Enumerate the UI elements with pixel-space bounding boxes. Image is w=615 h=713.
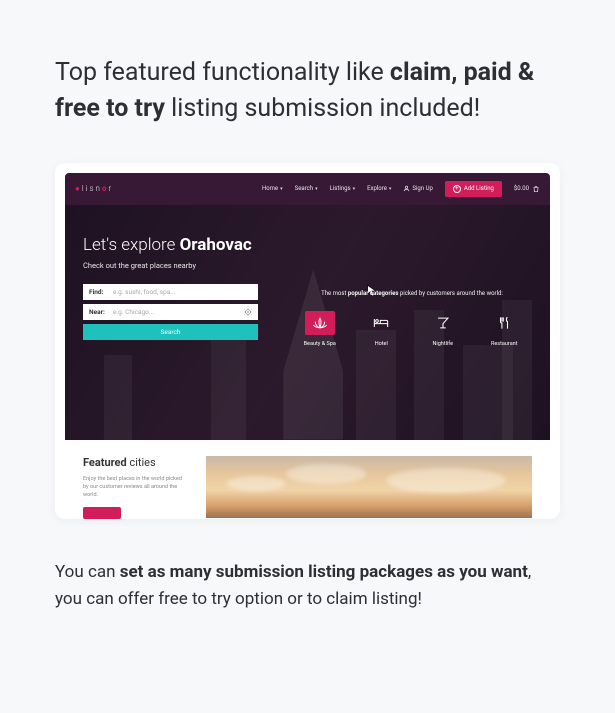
search-button[interactable]: Search [83, 324, 258, 340]
featured-title: Featured cities [83, 456, 188, 469]
chevron-down-icon: ▾ [315, 186, 318, 192]
hero-subtitle: Check out the great places nearby [83, 261, 532, 270]
featured-image [206, 456, 532, 518]
find-placeholder: e.g. sushi, food, spa... [113, 288, 175, 296]
caption: You can set as many submission listing p… [55, 559, 560, 612]
near-label: Near: [89, 308, 113, 316]
bed-icon [373, 316, 389, 330]
hero: Let's explore Orahovac Check out the gre… [65, 205, 550, 440]
most-popular-text: The most popular categories picked by cu… [292, 290, 532, 297]
plus-circle-icon: + [453, 185, 461, 193]
categories-panel: The most popular categories picked by cu… [292, 290, 532, 347]
nav-search[interactable]: Search▾ [295, 185, 318, 192]
add-listing-button[interactable]: + Add Listing [445, 181, 502, 197]
find-label: Find: [89, 288, 113, 296]
martini-icon [436, 316, 450, 330]
nav: Home▾ Search▾ Listings▾ Explore▾ Sign Up… [262, 181, 540, 197]
headline: Top featured functionality like claim, p… [55, 55, 560, 128]
cutlery-icon [497, 316, 511, 330]
nav-listings[interactable]: Listings▾ [330, 185, 356, 192]
nav-explore[interactable]: Explore▾ [367, 185, 391, 192]
category-label: Beauty & Spa [304, 341, 336, 347]
user-icon [403, 185, 410, 192]
topbar: ●lisnor Home▾ Search▾ Listings▾ Explore▾… [65, 173, 550, 205]
hero-title: Let's explore Orahovac [83, 235, 532, 255]
category-label: Restaurant [491, 341, 518, 347]
headline-post: listing submission included! [165, 94, 480, 123]
cart[interactable]: $0.00 [514, 185, 540, 193]
chevron-down-icon: ▾ [353, 186, 356, 192]
site-window: ●lisnor Home▾ Search▾ Listings▾ Explore▾… [65, 173, 550, 520]
featured-desc: Enjoy the best places in the world picke… [83, 475, 188, 500]
category-label: Hotel [375, 341, 388, 347]
screenshot-card: ●lisnor Home▾ Search▾ Listings▾ Explore▾… [55, 163, 560, 520]
featured-button[interactable] [83, 507, 121, 519]
find-field[interactable]: Find: e.g. sushi, food, spa... [83, 284, 258, 300]
geolocate-icon[interactable] [244, 308, 252, 316]
chevron-down-icon: ▾ [280, 186, 283, 192]
featured-section: Featured cities Enjoy the best places in… [65, 440, 550, 520]
nav-home[interactable]: Home▾ [262, 185, 283, 192]
headline-pre: Top featured functionality like [55, 58, 390, 87]
lotus-icon [312, 316, 328, 330]
chevron-down-icon: ▾ [389, 186, 392, 192]
near-placeholder: e.g. Chicago... [113, 308, 154, 316]
category-beauty-spa[interactable]: Beauty & Spa [296, 311, 344, 347]
category-label: Nightlife [432, 341, 453, 347]
logo: ●lisnor [75, 184, 113, 193]
category-nightlife[interactable]: Nightlife [419, 311, 467, 347]
bag-icon [532, 185, 540, 193]
category-hotel[interactable]: Hotel [358, 311, 406, 347]
search-box: Find: e.g. sushi, food, spa... Near: e.g… [83, 284, 258, 340]
category-restaurant[interactable]: Restaurant [481, 311, 529, 347]
near-field[interactable]: Near: e.g. Chicago... [83, 304, 258, 320]
nav-signup[interactable]: Sign Up [403, 185, 432, 192]
